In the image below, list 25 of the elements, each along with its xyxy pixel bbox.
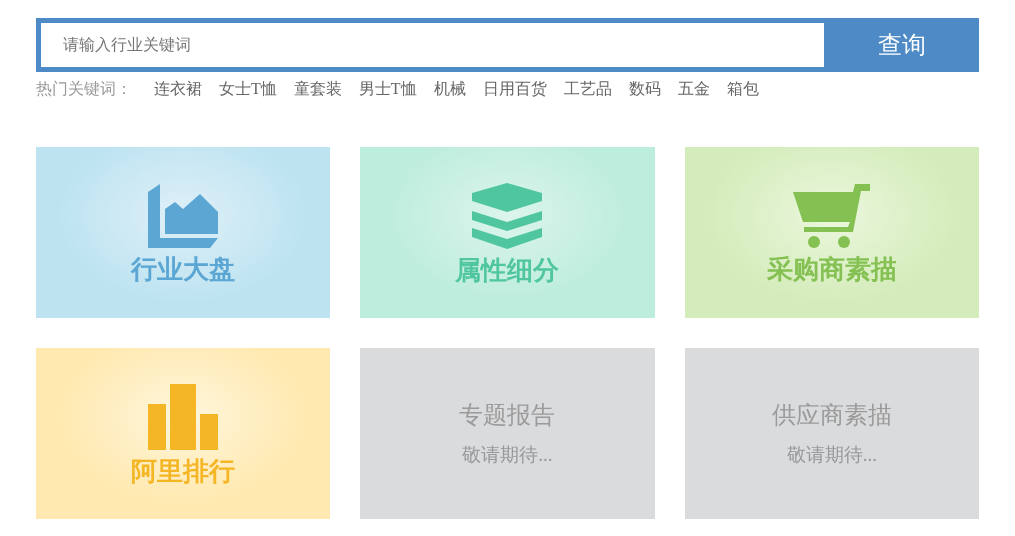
keyword-link[interactable]: 箱包 bbox=[726, 77, 759, 101]
area-chart-icon bbox=[148, 183, 219, 248]
coming-soon-text: 敬请期待... bbox=[786, 443, 877, 468]
keyword-link[interactable]: 男士T恤 bbox=[358, 77, 417, 101]
keyword-link[interactable]: 日用百货 bbox=[482, 77, 547, 101]
hot-keywords-label: 热门关键词： bbox=[36, 79, 132, 99]
tile-title: 阿里排行 bbox=[131, 457, 236, 484]
search-field[interactable]: 请输入行业关键词 bbox=[41, 23, 824, 67]
layers-icon bbox=[472, 182, 543, 249]
keyword-link[interactable]: 女士T恤 bbox=[219, 77, 277, 101]
search-button[interactable]: 查询 bbox=[824, 23, 979, 67]
keyword-link[interactable]: 连衣裙 bbox=[154, 77, 202, 101]
tile-title: 供应商素描 bbox=[771, 401, 892, 431]
coming-soon-text: 敬请期待... bbox=[462, 443, 553, 468]
tile-title: 专题报告 bbox=[459, 401, 556, 431]
keyword-link[interactable]: 机械 bbox=[433, 77, 466, 101]
tile-title: 行业大盘 bbox=[131, 255, 236, 282]
tile-title: 属性细分 bbox=[455, 256, 560, 283]
shopping-cart-icon bbox=[792, 183, 871, 248]
keyword-link[interactable]: 童套装 bbox=[293, 77, 342, 101]
tile-title: 采购商素描 bbox=[766, 255, 897, 282]
bar-chart-icon bbox=[148, 383, 219, 450]
keyword-link[interactable]: 五金 bbox=[677, 77, 710, 101]
keyword-link[interactable]: 工艺品 bbox=[563, 77, 612, 101]
keyword-link[interactable]: 数码 bbox=[628, 77, 661, 101]
